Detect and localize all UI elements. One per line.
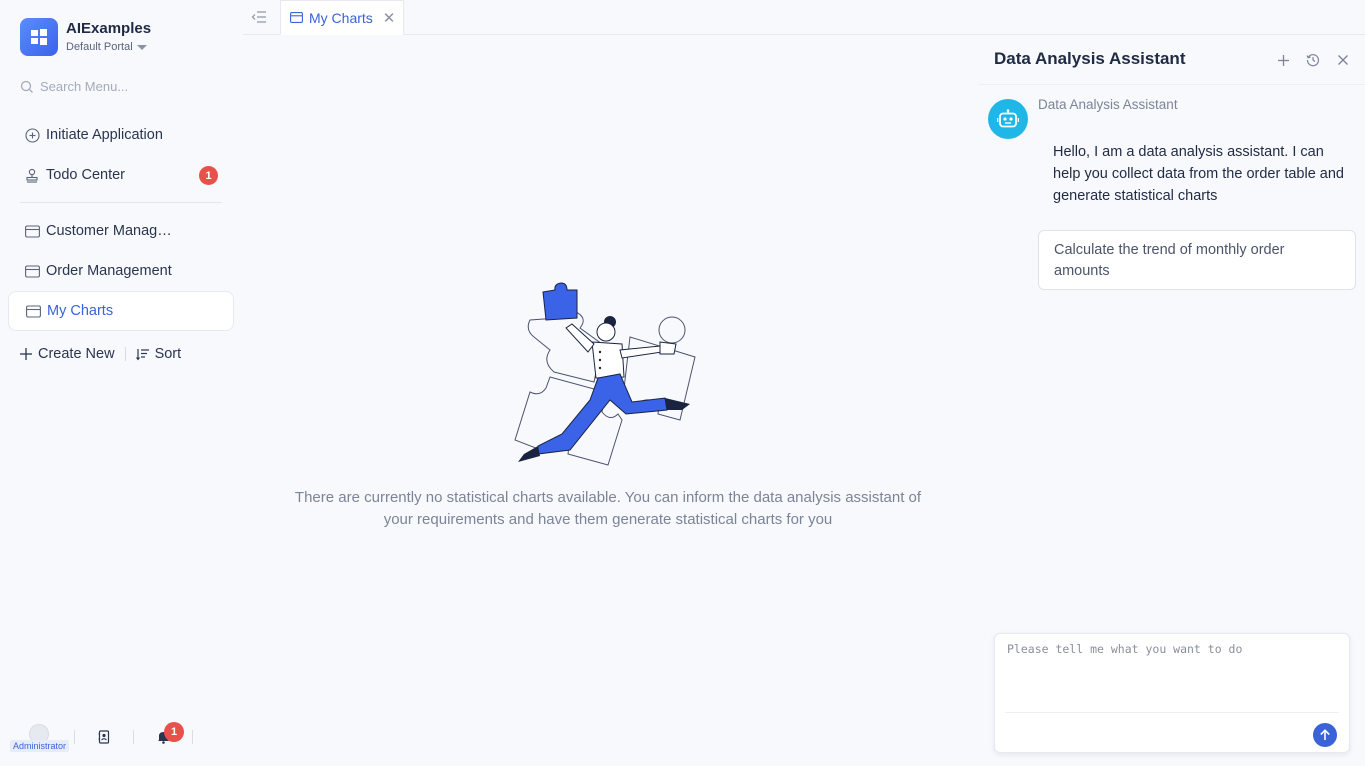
- search-icon: [20, 80, 33, 93]
- menu-item-label: My Charts: [47, 303, 114, 319]
- sort-icon: [135, 349, 149, 361]
- assistant-header: Data Analysis Assistant: [979, 35, 1365, 85]
- empty-state-message: There are currently no statistical chart…: [294, 489, 922, 528]
- notification-count-badge: 1: [164, 722, 184, 742]
- menu-item-label: Customer Manag…: [46, 223, 172, 239]
- bot-avatar: [988, 99, 1028, 139]
- tab-label: My Charts: [309, 9, 373, 26]
- menu-item-customer-management[interactable]: Customer Manag…: [8, 211, 234, 251]
- menu-item-my-charts[interactable]: My Charts: [8, 291, 234, 331]
- plus-icon: [1277, 54, 1289, 66]
- create-new-button[interactable]: Create New: [19, 346, 115, 362]
- suggestion-chip[interactable]: Calculate the trend of monthly order amo…: [1038, 230, 1356, 290]
- tab-my-charts[interactable]: My Charts ✕: [280, 0, 404, 35]
- chat-composer: [994, 633, 1350, 753]
- bot-name: Data Analysis Assistant: [1038, 97, 1178, 112]
- card-icon: [25, 303, 41, 319]
- footer-divider: [192, 730, 193, 744]
- send-button[interactable]: [1313, 723, 1337, 747]
- brand-name: AIExamples: [66, 20, 152, 37]
- sidebar: AIExamples Default Portal Initiate Appli…: [0, 0, 243, 766]
- sort-label: Sort: [154, 346, 182, 362]
- menu-item-order-management[interactable]: Order Management: [8, 251, 234, 291]
- composer-divider: [1005, 712, 1339, 713]
- card-icon: [290, 12, 303, 23]
- robot-icon: [997, 109, 1019, 128]
- footer-divider: [133, 730, 134, 744]
- sort-button[interactable]: Sort: [135, 346, 182, 362]
- card-icon: [24, 263, 40, 279]
- user-name-label: Administrator: [10, 740, 70, 752]
- plus-icon: [20, 348, 32, 360]
- empty-state-illustration: [514, 282, 696, 466]
- footer-divider: [74, 730, 75, 744]
- menu-item-label: Initiate Application: [46, 127, 163, 143]
- portal-label: Default Portal: [66, 41, 133, 53]
- menu-item-initiate-application[interactable]: Initiate Application: [8, 115, 234, 155]
- search-box[interactable]: [20, 79, 220, 94]
- history-icon: [1306, 54, 1320, 67]
- user-menu[interactable]: Administrator: [10, 724, 70, 752]
- sidebar-footer: Administrator 1: [10, 722, 199, 752]
- chat-input[interactable]: [1007, 642, 1337, 708]
- tab-bar: My Charts ✕: [243, 0, 1365, 35]
- collapse-icon: [251, 11, 266, 23]
- windows-logo-icon: [20, 18, 58, 56]
- menu-item-label: Order Management: [46, 263, 172, 279]
- sidebar-actions: Create New Sort: [19, 346, 181, 362]
- actions-divider: [124, 347, 126, 361]
- close-panel-button[interactable]: [1335, 52, 1351, 68]
- caret-down-icon: [136, 44, 147, 50]
- close-tab-icon[interactable]: ✕: [383, 9, 396, 27]
- create-new-label: Create New: [38, 346, 115, 362]
- stamp-icon: [24, 167, 40, 183]
- brand[interactable]: AIExamples Default Portal: [20, 18, 151, 56]
- history-button[interactable]: [1305, 52, 1321, 68]
- address-book-icon: [98, 730, 110, 744]
- new-chat-button[interactable]: [1275, 52, 1291, 68]
- portal-selector[interactable]: Default Portal: [66, 39, 151, 55]
- menu-item-todo-center[interactable]: Todo Center 1: [8, 155, 234, 195]
- card-icon: [24, 223, 40, 239]
- plus-circle-icon: [24, 127, 40, 143]
- menu-divider: [20, 202, 222, 203]
- search-input[interactable]: [40, 79, 210, 94]
- arrow-up-icon: [1320, 729, 1330, 740]
- notifications-button[interactable]: 1: [140, 722, 186, 744]
- bot-greeting-message: Hello, I am a data analysis assistant. I…: [1053, 144, 1344, 204]
- contacts-button[interactable]: [81, 730, 127, 744]
- collapse-sidebar-button[interactable]: [251, 9, 267, 25]
- todo-count-badge: 1: [199, 166, 218, 185]
- menu-item-label: Todo Center: [46, 167, 125, 183]
- assistant-title: Data Analysis Assistant: [994, 49, 1186, 68]
- close-icon: [1338, 55, 1348, 65]
